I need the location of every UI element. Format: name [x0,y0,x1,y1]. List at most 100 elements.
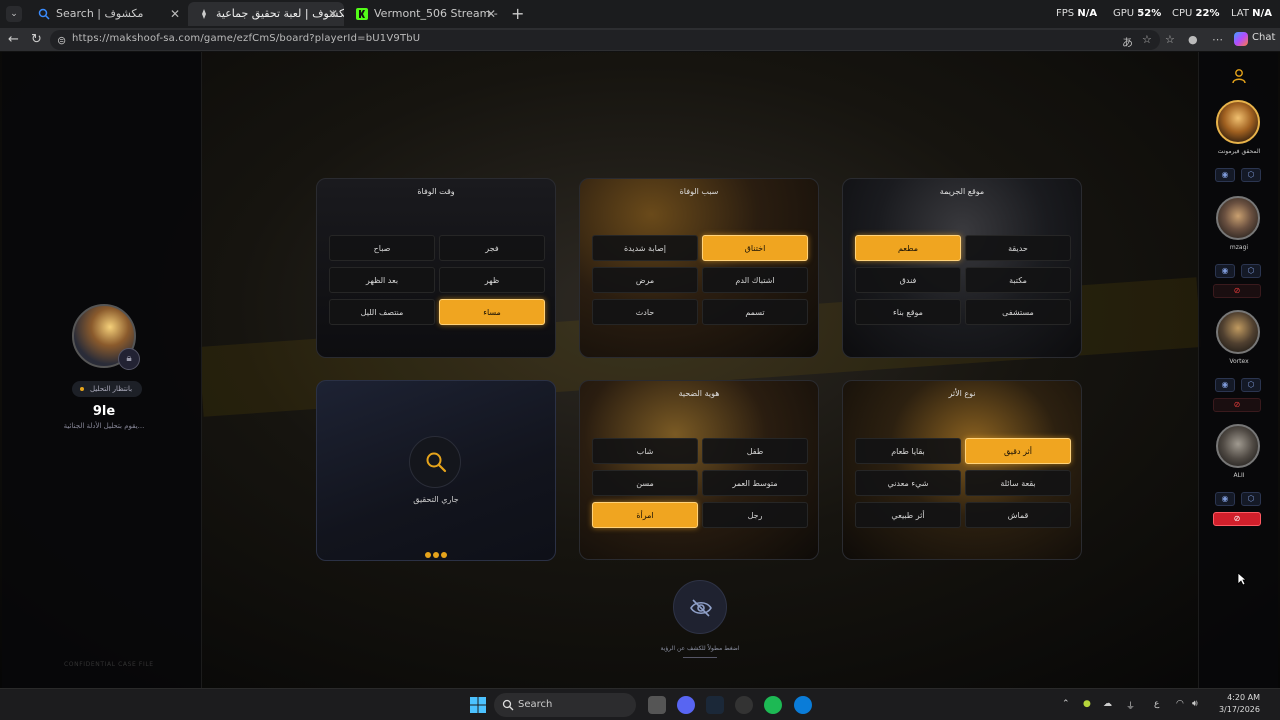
taskbar-search[interactable]: Search [494,693,636,717]
option-afternoon[interactable]: بعد الظهر [329,267,435,293]
volume-icon[interactable]: 🔊︎ [1192,699,1198,709]
language-indicator[interactable]: ع [1154,699,1159,709]
eye-off-icon [690,599,712,617]
wifi-icon[interactable]: ◠ [1176,699,1184,709]
player-avatar [1216,196,1260,240]
translate-icon[interactable]: あ [1122,34,1133,50]
option-liquid-stain[interactable]: بقعة سائلة [965,470,1071,496]
edge-icon[interactable] [794,696,812,714]
star-icon[interactable]: ☆ [1142,33,1152,46]
task-view-icon[interactable] [648,696,666,714]
clock-date[interactable]: 3/17/2026 [1210,705,1260,714]
option-poison[interactable]: تسمم [702,299,808,325]
option-child[interactable]: طفل [702,438,808,464]
reveal-hint: اضغط مطولاً للكشف عن الرؤية [660,645,740,652]
close-icon[interactable]: ✕ [328,2,338,26]
option-garden[interactable]: حديقة [965,235,1071,261]
option-fine-trace[interactable]: أثر دقيق [965,438,1071,464]
chat-button[interactable]: Chat [1234,32,1275,46]
spotify-icon[interactable] [764,696,782,714]
option-midnight[interactable]: منتصف الليل [329,299,435,325]
loading-dots [425,543,451,558]
site-info-icon[interactable]: ⊜ [57,34,66,47]
tab-kick[interactable]: Vermont_506 Stream - Kick Dashb ✕ [346,2,502,26]
address-bar[interactable]: ⊜ https://makshoof-sa.com/game/ezfCmS/bo… [50,30,1160,50]
game-icon [202,9,206,19]
tab-search[interactable]: Search | مكشوف ✕ [28,2,186,26]
reveal-vision-button[interactable] [673,580,727,634]
option-woman[interactable]: امرأة [592,502,698,528]
time-of-death-card: وقت الوفاة فجر صباح ظهر بعد الظهر مساء م… [316,178,556,358]
kick-button[interactable]: ⊘ [1213,284,1261,298]
back-icon[interactable]: ← [8,32,19,47]
eye-icon[interactable]: ◉ [1215,378,1235,392]
browser-toolbar: ← ↻ ⊜ https://makshoof-sa.com/game/ezfCm… [0,28,1280,52]
option-accident[interactable]: حادث [592,299,698,325]
players-roster: المحقق فيرمونت ◉ ⬡ mzagi ◉ ⬡ ⊘ Vortex ◉ … [1198,52,1278,688]
shield-icon[interactable]: ⬡ [1241,168,1261,182]
search-icon [38,8,50,20]
close-icon[interactable]: ✕ [486,2,496,26]
close-icon[interactable]: ✕ [170,2,180,26]
option-middle-aged[interactable]: متوسط العمر [702,470,808,496]
option-food-residue[interactable]: بقايا طعام [855,438,961,464]
card-title: سبب الوفاة [679,187,719,196]
option-hotel[interactable]: فندق [855,267,961,293]
eye-icon[interactable]: ◉ [1215,264,1235,278]
status-badge: بانتظار التحليل [72,381,143,397]
kick-button[interactable]: ⊘ [1213,398,1261,412]
option-evening[interactable]: مساء [439,299,545,325]
option-severe-injury[interactable]: إصابة شديدة [592,235,698,261]
option-construction-site[interactable]: موقع بناء [855,299,961,325]
new-tab-button[interactable]: + [511,4,524,23]
obs-icon[interactable] [735,696,753,714]
option-library[interactable]: مكتبة [965,267,1071,293]
eye-icon[interactable]: ◉ [1215,492,1235,506]
profile-avatar[interactable]: ● [1188,33,1198,46]
option-restaurant[interactable]: مطعم [855,235,961,261]
player-activity: يقوم بتحليل الأدلة الجنائية... [63,422,145,430]
steam-icon[interactable] [706,696,724,714]
more-icon[interactable]: ⋯ [1212,33,1223,46]
option-illness[interactable]: مرض [592,267,698,293]
cause-of-death-card: سبب الوفاة اختناق إصابة شديدة اشتباك الد… [579,178,819,358]
option-youth[interactable]: شاب [592,438,698,464]
discord-icon[interactable] [677,696,695,714]
option-natural-trace[interactable]: أثر طبيعي [855,502,961,528]
hint-underline [683,657,717,658]
app-tray-icon[interactable]: ● [1083,699,1091,709]
cloud-icon[interactable]: ☁ [1103,699,1112,709]
tab-game[interactable]: مكشوف | لعبة تحقيق جماعية ✕ [188,2,344,26]
user-icon[interactable] [1230,67,1248,85]
option-morning[interactable]: صباح [329,235,435,261]
cpu-stat: CPU 22% [1172,8,1220,19]
tab-menu-button[interactable]: ⌄ [6,6,22,22]
clock-time[interactable]: 4:20 AM [1214,693,1260,702]
tab-label: Vermont_506 Stream - Kick Dashb [374,7,502,20]
eye-icon[interactable]: ◉ [1215,168,1235,182]
option-dawn[interactable]: فجر [439,235,545,261]
option-suffocation[interactable]: اختناق [702,235,808,261]
option-hospital[interactable]: مستشفى [965,299,1071,325]
windows-start-icon[interactable] [470,697,486,713]
chevron-up-icon[interactable]: ⌃ [1062,699,1070,709]
shield-icon[interactable]: ⬡ [1241,264,1261,278]
player-name: Vortex [1229,358,1249,365]
option-fabric[interactable]: قماش [965,502,1071,528]
shield-icon[interactable]: ⬡ [1241,492,1261,506]
shield-icon[interactable]: ⬡ [1241,378,1261,392]
option-metal-object[interactable]: شيء معدني [855,470,961,496]
reload-icon[interactable]: ↻ [31,32,42,47]
option-man[interactable]: رجل [702,502,808,528]
player-avatar [1216,424,1260,468]
kick-button[interactable]: ⊘ [1213,512,1261,526]
favorites-icon[interactable]: ☆ [1165,33,1175,46]
url-text: https://makshoof-sa.com/game/ezfCmS/boar… [72,33,421,44]
option-blood-clash[interactable]: اشتباك الدم [702,267,808,293]
card-title: موقع الجريمة [939,187,985,196]
option-elderly[interactable]: مسن [592,470,698,496]
confidential-label: CONFIDENTIAL CASE FILE [64,661,154,668]
usb-icon[interactable]: ⏚ [1126,699,1135,712]
lat-stat: LAT N/A [1231,8,1272,19]
option-noon[interactable]: ظهر [439,267,545,293]
